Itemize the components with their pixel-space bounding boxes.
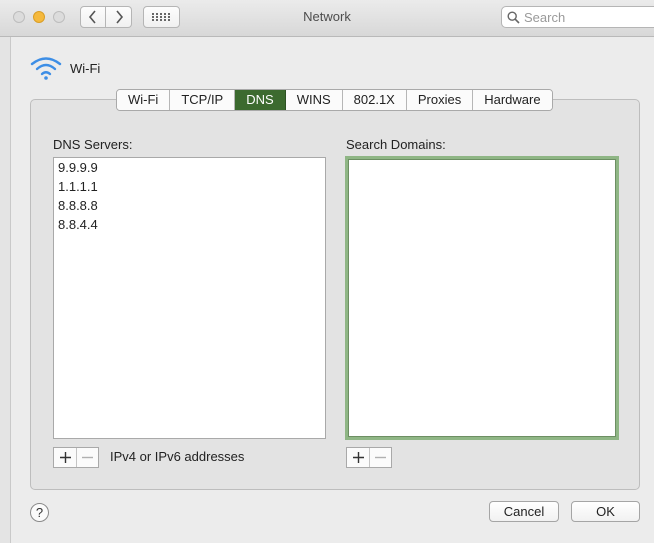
plus-icon xyxy=(59,452,71,463)
minus-icon xyxy=(82,456,93,459)
dns-add-remove-control xyxy=(53,447,99,468)
remove-search-domain-button[interactable] xyxy=(369,448,391,467)
add-dns-server-button[interactable] xyxy=(54,448,76,467)
remove-dns-server-button[interactable] xyxy=(76,448,98,467)
search-domains-list[interactable] xyxy=(345,156,619,440)
window-edge xyxy=(0,37,11,543)
search-icon xyxy=(507,11,520,24)
search-domains-add-remove-control xyxy=(346,447,392,468)
help-button[interactable]: ? xyxy=(30,503,49,522)
tab-wifi[interactable]: Wi-Fi xyxy=(117,90,171,110)
list-item[interactable]: 8.8.4.4 xyxy=(54,215,325,234)
wifi-icon xyxy=(30,57,62,80)
minus-icon xyxy=(375,456,386,459)
dns-hint-text: IPv4 or IPv6 addresses xyxy=(110,449,245,464)
search-field[interactable] xyxy=(501,6,654,28)
tab-tcpip[interactable]: TCP/IP xyxy=(170,90,236,110)
list-item[interactable]: 9.9.9.9 xyxy=(54,158,325,177)
cancel-button[interactable]: Cancel xyxy=(489,501,559,522)
dns-servers-list[interactable]: 9.9.9.9 1.1.1.1 8.8.8.8 8.8.4.4 xyxy=(53,157,326,439)
tab-hardware[interactable]: Hardware xyxy=(473,90,552,110)
tab-8021x[interactable]: 802.1X xyxy=(342,90,407,110)
tab-bar: Wi-Fi TCP/IP DNS WINS 802.1X Proxies Har… xyxy=(116,89,553,111)
ok-button[interactable]: OK xyxy=(571,501,640,522)
search-domains-label: Search Domains: xyxy=(346,137,446,152)
tab-dns[interactable]: DNS xyxy=(235,90,286,110)
plus-icon xyxy=(352,452,364,463)
list-item[interactable]: 8.8.8.8 xyxy=(54,196,325,215)
list-item[interactable]: 1.1.1.1 xyxy=(54,177,325,196)
tab-proxies[interactable]: Proxies xyxy=(406,90,474,110)
search-input[interactable] xyxy=(524,9,644,25)
title-bar: Network xyxy=(0,0,654,37)
add-search-domain-button[interactable] xyxy=(347,448,369,467)
dns-servers-label: DNS Servers: xyxy=(53,137,133,152)
tab-wins[interactable]: WINS xyxy=(285,90,343,110)
interface-name: Wi-Fi xyxy=(70,61,101,76)
